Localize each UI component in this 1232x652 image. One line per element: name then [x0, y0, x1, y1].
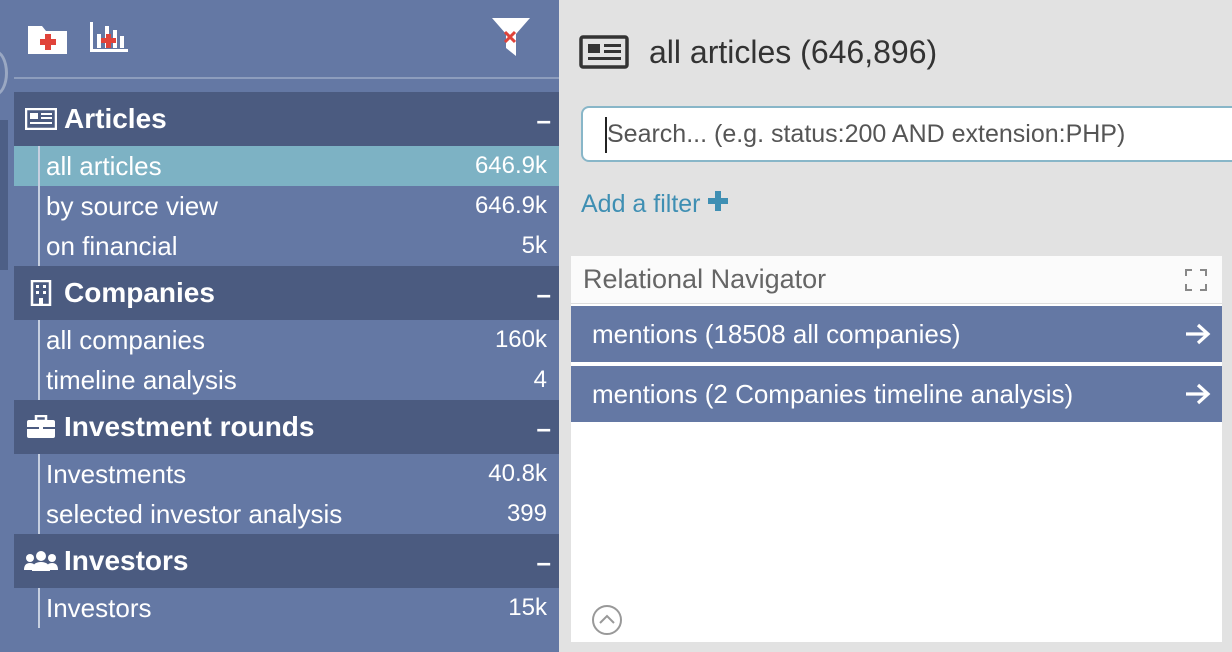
left-edge-shade	[0, 120, 8, 270]
section-header-companies[interactable]: Companies –	[14, 266, 559, 320]
item-label: selected investor analysis	[46, 498, 343, 529]
clear-filter-icon[interactable]	[491, 16, 533, 56]
plus-icon	[707, 190, 729, 219]
relational-nav-row[interactable]: mentions (2 Companies timeline analysis)	[571, 366, 1222, 422]
item-label: Investors	[46, 592, 152, 623]
relational-nav-label: mentions (18508 all companies)	[592, 318, 961, 349]
sidebar: Articles – all articles 646.9k by source…	[14, 0, 559, 652]
item-count: 160k	[494, 326, 547, 353]
section-items-companies: all companies 160k timeline analysis 4	[14, 320, 559, 400]
arrow-right-icon	[1184, 382, 1212, 406]
section-header-articles[interactable]: Articles –	[14, 92, 559, 146]
add-chart-icon[interactable]	[88, 20, 130, 56]
relational-navigator-panel: Relational Navigator mentions (18508 all…	[571, 256, 1222, 642]
section-items-articles: all articles 646.9k by source view 646.9…	[14, 146, 559, 266]
item-count: 646.9k	[474, 192, 547, 219]
section-header-investment-rounds[interactable]: Investment rounds –	[14, 400, 559, 454]
add-filter-label: Add a filter	[581, 190, 701, 218]
building-icon	[24, 280, 58, 306]
section-title: Articles	[64, 103, 167, 134]
new-folder-icon[interactable]	[27, 20, 69, 56]
item-count: 399	[506, 500, 547, 527]
sidebar-item-by-source-view[interactable]: by source view 646.9k	[14, 186, 559, 226]
expand-icon[interactable]	[1184, 268, 1208, 292]
sidebar-item-on-financial[interactable]: on financial 5k	[14, 226, 559, 266]
briefcase-icon	[24, 415, 58, 439]
newspaper-icon	[24, 107, 58, 131]
item-label: all companies	[46, 324, 205, 355]
sidebar-toolbar	[14, 0, 559, 79]
item-count: 4	[533, 366, 547, 393]
collapse-button[interactable]: –	[537, 279, 551, 310]
relational-nav-label: mentions (2 Companies timeline analysis)	[592, 378, 1074, 409]
section-items-investment-rounds: Investments 40.8k selected investor anal…	[14, 454, 559, 534]
item-count: 15k	[508, 594, 547, 621]
sidebar-sections: Articles – all articles 646.9k by source…	[14, 92, 559, 628]
relational-nav-row[interactable]: mentions (18508 all companies)	[571, 306, 1222, 362]
sidebar-item-investors[interactable]: Investors 15k	[14, 588, 559, 628]
search-input[interactable]	[581, 106, 1232, 162]
item-label: Investments	[46, 458, 187, 489]
section-items-investors: Investors 15k	[14, 588, 559, 628]
arrow-right-icon	[1184, 322, 1212, 346]
page-title: all articles (646,896)	[649, 33, 938, 70]
chevron-up-circle-icon[interactable]	[591, 604, 623, 636]
sidebar-item-all-articles[interactable]: all articles 646.9k	[14, 146, 559, 186]
add-filter-link[interactable]: Add a filter	[581, 190, 729, 219]
page-header: all articles (646,896)	[579, 24, 937, 80]
text-caret	[605, 117, 607, 153]
users-icon	[24, 549, 58, 573]
section-title: Companies	[64, 277, 215, 308]
item-label: on financial	[46, 230, 178, 261]
collapse-button[interactable]: –	[537, 413, 551, 444]
sidebar-item-investments[interactable]: Investments 40.8k	[14, 454, 559, 494]
section-header-investors[interactable]: Investors –	[14, 534, 559, 588]
panel-title: Relational Navigator	[583, 264, 827, 294]
left-edge	[0, 0, 14, 652]
sidebar-item-timeline-analysis[interactable]: timeline analysis 4	[14, 360, 559, 400]
panel-header: Relational Navigator	[571, 256, 1222, 304]
section-title: Investment rounds	[64, 411, 315, 442]
collapse-button[interactable]: –	[537, 105, 551, 136]
item-count: 40.8k	[488, 460, 547, 487]
main-content: all articles (646,896) Add a filter Rela…	[559, 0, 1232, 652]
item-count: 646.9k	[474, 152, 547, 179]
item-label: by source view	[46, 190, 218, 221]
section-title: Investors	[64, 545, 189, 576]
item-count: 5k	[521, 232, 547, 259]
collapse-button[interactable]: –	[537, 547, 551, 578]
sidebar-item-selected-investor-analysis[interactable]: selected investor analysis 399	[14, 494, 559, 534]
item-label: all articles	[46, 150, 162, 181]
newspaper-icon	[579, 35, 629, 69]
sidebar-item-all-companies[interactable]: all companies 160k	[14, 320, 559, 360]
left-edge-handle[interactable]	[0, 50, 8, 96]
item-label: timeline analysis	[46, 364, 237, 395]
